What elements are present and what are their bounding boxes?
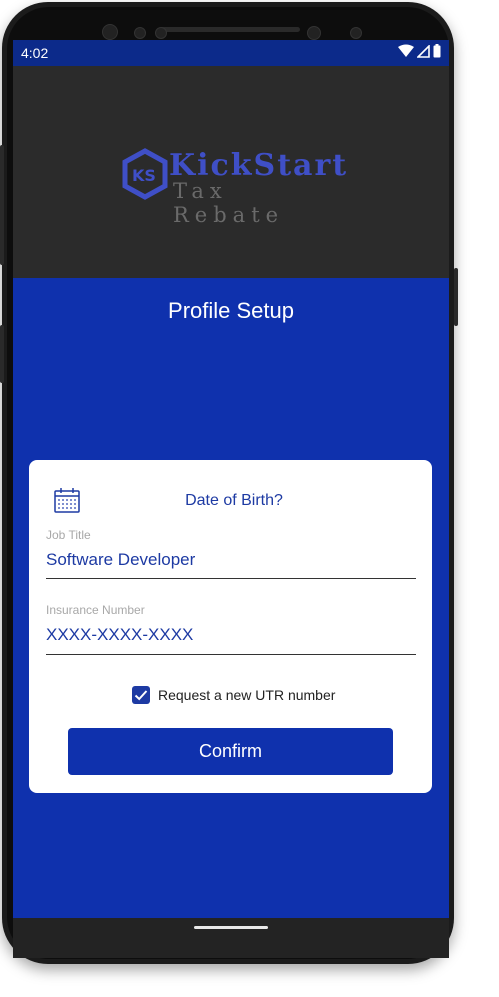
job-title-underline (46, 578, 416, 579)
ks-hexagon-icon: KS (122, 148, 168, 200)
volume-button (0, 145, 4, 265)
insurance-number-label: Insurance Number (46, 603, 145, 617)
utr-checkbox[interactable] (132, 686, 150, 704)
home-gesture-handle[interactable] (194, 926, 268, 929)
insurance-number-underline (46, 654, 416, 655)
cell-signal-icon (417, 44, 430, 58)
front-camera (102, 24, 118, 40)
side-button (454, 268, 458, 326)
app-screen: 4:02 KS KickStart Tax Rebate Profile Set… (13, 40, 449, 958)
sensor-dot (307, 26, 321, 40)
sensor-dot (155, 27, 167, 39)
status-time: 4:02 (21, 45, 49, 61)
profile-form-card: Date of Birth? Job Title Software Develo… (29, 460, 432, 793)
sensor-dot (134, 27, 146, 39)
insurance-number-input[interactable]: XXXX-XXXX-XXXX (46, 625, 193, 645)
logo-brand-text: KickStart (169, 148, 349, 183)
checkmark-icon (134, 690, 148, 701)
status-icons (398, 44, 441, 58)
date-of-birth-picker[interactable]: Date of Birth? (49, 486, 419, 516)
earpiece-speaker (160, 27, 300, 32)
wifi-icon (398, 44, 414, 57)
job-title-label: Job Title (46, 528, 91, 542)
job-title-input[interactable]: Software Developer (46, 550, 195, 570)
page-title: Profile Setup (168, 298, 294, 323)
date-of-birth-label[interactable]: Date of Birth? (49, 492, 419, 510)
logo-tagline-text: Tax Rebate (173, 179, 285, 227)
status-bar: 4:02 (13, 40, 449, 66)
utr-checkbox-row[interactable]: Request a new UTR number (132, 684, 335, 706)
battery-icon (433, 44, 441, 58)
kickstart-logo: KS KickStart Tax Rebate (121, 146, 351, 227)
utr-checkbox-label[interactable]: Request a new UTR number (158, 687, 335, 703)
confirm-button[interactable]: Confirm (68, 728, 393, 775)
logo-monogram: KS (132, 166, 156, 185)
power-button (0, 325, 4, 383)
sensor-dot (350, 27, 362, 39)
app-header: KS KickStart Tax Rebate (13, 66, 449, 278)
system-navigation-bar (13, 918, 449, 958)
